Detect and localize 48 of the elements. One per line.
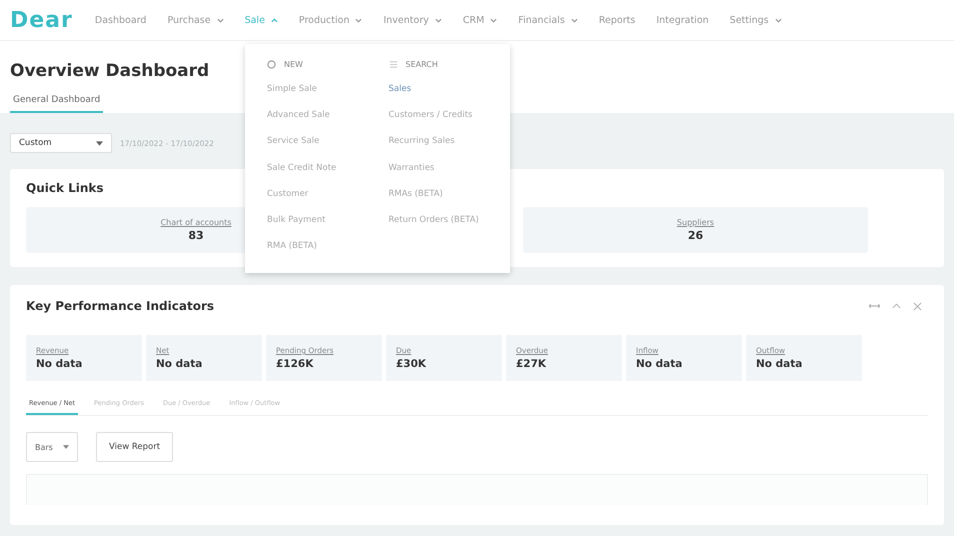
nav-menu-item[interactable]: Purchase — [167, 14, 224, 26]
kpi-value: £27K — [516, 358, 548, 370]
quick-link[interactable]: Chart of accounts — [160, 218, 232, 227]
collapse-icon[interactable] — [892, 303, 901, 309]
menu-item[interactable]: Advanced Sale — [267, 110, 388, 136]
menu-item[interactable]: Customers / Credits — [388, 110, 510, 136]
menu-item[interactable]: RMAs (BETA) — [388, 188, 510, 215]
menu-heading: SEARCH — [406, 60, 438, 68]
nav-menu-item[interactable]: Dashboard — [94, 14, 146, 26]
quick-link[interactable]: Suppliers — [676, 218, 714, 227]
chart-type-select[interactable]: Bars — [26, 432, 78, 462]
caret-icon — [96, 140, 103, 146]
list-icon — [388, 60, 398, 68]
kpi-value: £126K — [276, 358, 314, 370]
menu-item[interactable]: Sales — [388, 84, 510, 110]
period-select[interactable]: Custom — [10, 133, 112, 153]
quick-link-count: 83 — [188, 229, 204, 242]
kpi-value: £30K — [396, 358, 428, 370]
menu-item[interactable]: Warranties — [388, 162, 510, 189]
nav-menu-item[interactable]: Integration — [656, 14, 709, 26]
quick-link-tile[interactable]: Suppliers 26 — [523, 207, 868, 253]
caret-icon — [62, 445, 69, 449]
kpi-value: No data — [36, 358, 84, 370]
kpi-value: No data — [636, 358, 684, 370]
card-title: Quick Links — [26, 181, 104, 195]
page-title: Overview Dashboard — [10, 61, 210, 81]
expand-icon[interactable] — [869, 303, 880, 309]
menu-item[interactable]: Recurring Sales — [388, 136, 510, 163]
menu-item[interactable]: Service Sale — [267, 136, 388, 163]
nav-menu-item[interactable]: Sale — [244, 14, 278, 26]
nav-menu-item[interactable]: Settings — [730, 14, 782, 26]
nav-menu-item[interactable]: Production — [298, 14, 362, 26]
nav-menu-item[interactable]: CRM — [462, 14, 498, 26]
nav-menu-item[interactable]: Inventory — [383, 14, 442, 26]
menu-item[interactable]: Simple Sale — [267, 84, 388, 110]
quick-link-count: 26 — [688, 229, 704, 242]
logo[interactable]: Dear — [10, 8, 73, 32]
close-icon[interactable] — [913, 302, 922, 310]
view-report-button[interactable]: View Report — [96, 432, 174, 462]
menu-heading: NEW — [284, 60, 303, 68]
kpi-value: No data — [756, 358, 804, 370]
dashboard-tab[interactable]: General Dashboard — [10, 95, 104, 113]
card-title: Key Performance Indicators — [26, 299, 214, 313]
nav-menu-item[interactable]: Financials — [518, 14, 578, 26]
nav-menu-item[interactable]: Reports — [598, 14, 636, 26]
kpi-value: No data — [156, 358, 204, 370]
menu-item[interactable]: Sale Credit Note — [267, 162, 388, 189]
menu-item[interactable]: Return Orders (BETA) — [388, 214, 510, 242]
